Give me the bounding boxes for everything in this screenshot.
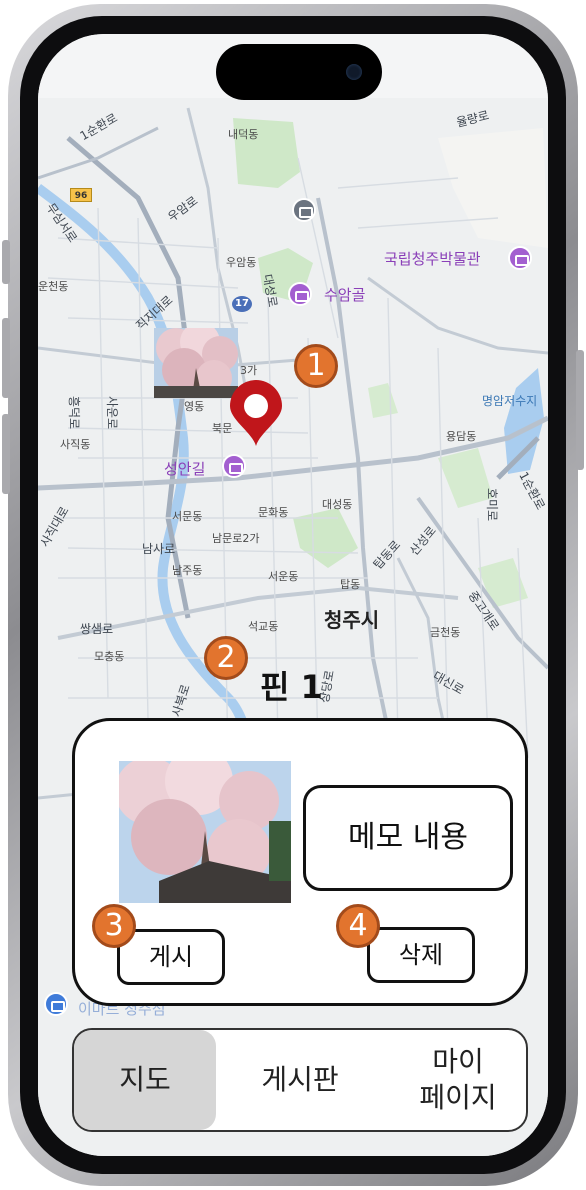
road-label: 호미로 — [485, 487, 500, 522]
school-icon — [292, 198, 316, 222]
district-label: 서운동 — [268, 570, 299, 583]
reservoir-label: 명암저수지 — [482, 394, 538, 408]
bottom-navigation: 지도 게시판 마이 페이지 — [72, 1028, 528, 1132]
post-button[interactable]: 게시 — [117, 929, 225, 985]
camera-icon — [346, 64, 362, 80]
district-label: 탑동 — [340, 578, 361, 591]
tab-board[interactable]: 게시판 — [230, 1030, 370, 1130]
district-label: 내덕동 — [228, 128, 259, 141]
district-label: 3가 — [240, 364, 258, 377]
road-label: 남사로 — [142, 542, 176, 556]
volume-down-button — [2, 414, 10, 494]
city-label: 청주시 — [324, 608, 380, 632]
annotation-badge-3: 3 — [92, 904, 136, 948]
volume-up-button — [2, 318, 10, 398]
poi-label-seongangil[interactable]: 성안길 — [164, 458, 205, 479]
district-label: 석교동 — [248, 620, 279, 633]
memo-content-box[interactable]: 메모 내용 — [303, 785, 513, 891]
poi-label-suamgol[interactable]: 수암골 — [324, 284, 365, 305]
camera-icon[interactable] — [222, 454, 246, 478]
card-photo[interactable] — [119, 761, 291, 903]
district-label: 금천동 — [430, 626, 461, 639]
district-label: 사직동 — [60, 438, 91, 451]
district-label: 남주동 — [172, 564, 203, 577]
annotation-badge-4: 4 — [336, 904, 380, 948]
road-label: 쌍샘로 — [80, 622, 114, 636]
cart-icon[interactable] — [44, 992, 68, 1016]
delete-button[interactable]: 삭제 — [367, 927, 475, 983]
phone-screen: 1순환로 율량로 우암로 무심서로 직지대로 대성로 사운로 흥덕로 사직대로 … — [38, 34, 548, 1156]
action-button — [2, 240, 10, 284]
district-label: 우암동 — [226, 256, 257, 269]
district-label: 문화동 — [258, 506, 289, 519]
tab-map[interactable]: 지도 — [74, 1030, 216, 1130]
museum-label: 국립청주박물관 — [384, 250, 481, 268]
pin-detail-card: 메모 내용 게시 삭제 — [72, 718, 528, 1006]
route-shield-17: 17 — [232, 296, 252, 312]
annotation-badge-1: 1 — [294, 344, 338, 388]
district-label: 남문로2가 — [212, 532, 260, 545]
district-label: 모충동 — [94, 650, 125, 663]
road-label: 흥덕로 — [67, 395, 82, 430]
district-label: 영동 — [184, 400, 205, 413]
tab-my-page[interactable]: 마이 페이지 — [390, 1030, 526, 1130]
route-shield-96: 96 — [70, 188, 92, 202]
museum-icon[interactable] — [508, 246, 532, 270]
district-label: 용담동 — [446, 430, 477, 443]
map-pin-icon[interactable] — [226, 380, 286, 448]
power-button — [576, 350, 584, 470]
district-label: 대성동 — [322, 498, 353, 511]
dynamic-island — [216, 44, 382, 100]
road-label: 사운로 — [105, 395, 120, 430]
district-label: 서문동 — [172, 510, 203, 523]
camera-icon[interactable] — [288, 282, 312, 306]
district-label: 운천동 — [38, 280, 69, 293]
annotation-badge-2: 2 — [204, 636, 248, 680]
pin-title: 핀 1 — [260, 668, 323, 706]
cherry-blossom-image — [119, 761, 291, 903]
